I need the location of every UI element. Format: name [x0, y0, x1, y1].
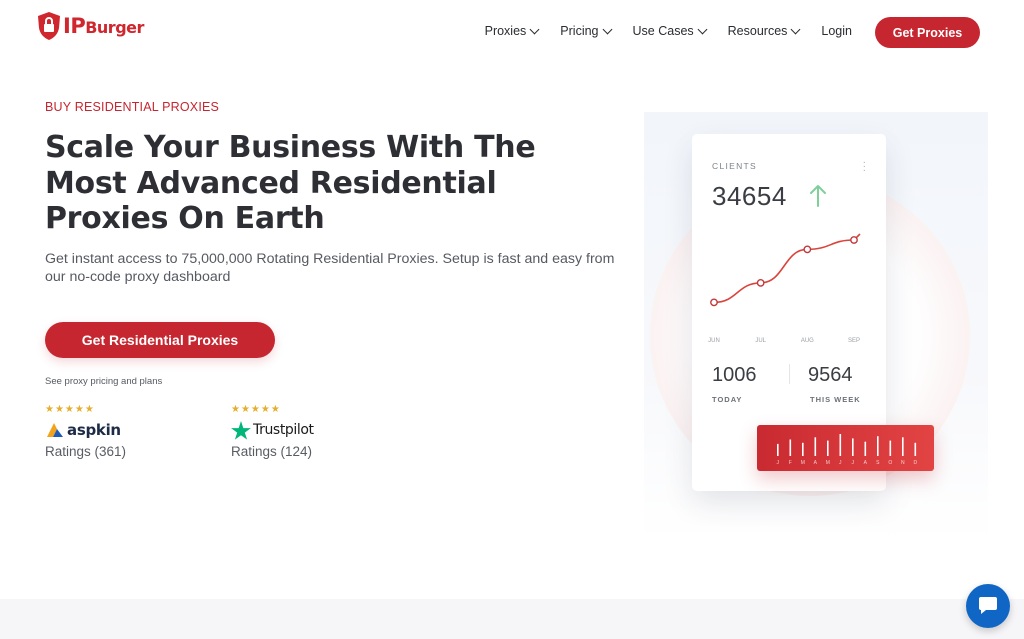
month-bar [839, 434, 842, 456]
chart-point [756, 279, 765, 287]
aspkin-icon [47, 423, 63, 437]
chart-point [710, 298, 718, 307]
nav-item-use-cases[interactable]: Use Cases [632, 24, 708, 38]
nav-label: Resources [727, 24, 788, 38]
month-bar [814, 437, 817, 456]
month-label: F [789, 460, 792, 466]
up-arrow-icon [810, 185, 826, 207]
x-tick-label: JUN [708, 338, 720, 344]
month-bar [864, 441, 867, 456]
month-bar [802, 442, 804, 456]
nav-item-proxies[interactable]: Proxies [484, 24, 540, 38]
month-bar [827, 440, 829, 456]
x-tick-label: JUL [755, 338, 766, 344]
logo-wordmark: IPBurger [63, 14, 144, 38]
month-label: N [901, 460, 905, 466]
x-tick-label: SEP [848, 338, 860, 344]
month-label: M [826, 460, 830, 466]
rating-count: Ratings (124) [231, 444, 313, 459]
star-rating: ★★★★★ [45, 404, 95, 415]
hero-eyebrow: BUY RESIDENTIAL PROXIES [45, 100, 220, 114]
rating-aspkin: ★★★★★ aspkin Ratings (361) [45, 404, 126, 459]
month-bar [877, 436, 879, 456]
trustpilot-wordmark: Trustpilot [253, 422, 314, 438]
get-residential-proxies-button[interactable]: Get Residential Proxies [45, 322, 275, 358]
monthly-bar-chart: JFMAMJJASOND [777, 434, 917, 466]
rating-count: Ratings (361) [45, 444, 127, 459]
nav-item-login[interactable]: Login [821, 24, 852, 38]
month-label: A [814, 460, 818, 466]
stat-today: 1006 TODAY [712, 364, 757, 404]
month-bar [902, 437, 904, 456]
hero-subtext: Get instant access to 75,000,000 Rotatin… [45, 251, 615, 285]
nav-label: Login [821, 24, 852, 38]
month-label: J [839, 460, 842, 466]
next-section-strip [0, 599, 1024, 639]
rating-trustpilot: ★★★★★ Trustpilot Ratings (124) [231, 404, 314, 459]
clients-line-chart: JUN JUL AUG SEP [708, 233, 861, 344]
x-tick-label: AUG [801, 338, 814, 344]
nav-menu: Proxies Pricing Use Cases Resources Logi… [485, 24, 852, 38]
month-bar [777, 443, 779, 456]
monthly-bar-card: JFMAMJJASOND [757, 425, 934, 471]
stat-this-week: 9564 THIS WEEK [808, 364, 861, 404]
chat-button[interactable] [966, 584, 1010, 628]
chart-point [850, 236, 858, 244]
chart-point [803, 245, 812, 254]
nav-label: Pricing [560, 24, 599, 38]
top-navigation: IPBurger Proxies Pricing Use Cases Resou… [0, 0, 1024, 64]
nav-item-resources[interactable]: Resources [727, 24, 801, 38]
month-label: M [801, 460, 805, 466]
month-label: O [888, 460, 892, 466]
clients-value: 34654 [712, 181, 787, 211]
aspkin-wordmark: aspkin [67, 421, 121, 439]
month-label: J [852, 460, 855, 466]
chevron-down-icon [697, 24, 708, 34]
hero-headline: Scale Your Business With The Most Advanc… [45, 130, 536, 236]
star-rating: ★★★★★ [231, 404, 281, 415]
month-label: J [777, 460, 780, 466]
month-bar [914, 442, 917, 456]
clients-label: CLIENTS [712, 161, 757, 171]
chevron-down-icon [602, 24, 612, 34]
pricing-plans-link[interactable]: See proxy pricing and plans [45, 376, 162, 387]
chevron-down-icon [790, 24, 801, 34]
month-bar [852, 438, 854, 456]
this-week-label: THIS WEEK [810, 395, 861, 404]
chevron-down-icon [529, 24, 540, 34]
trustpilot-star-icon [231, 420, 251, 440]
ipburger-logo[interactable]: IPBurger [36, 11, 144, 41]
nav-label: Use Cases [632, 24, 694, 38]
get-proxies-button[interactable]: Get Proxies [875, 17, 980, 48]
stat-divider [789, 364, 790, 384]
shield-logo-icon [38, 12, 60, 40]
month-label: D [913, 460, 917, 466]
this-week-value: 9564 [808, 364, 853, 386]
today-value: 1006 [712, 364, 757, 386]
chat-bubble-icon [979, 597, 997, 614]
nav-label: Proxies [484, 24, 527, 38]
nav-item-pricing[interactable]: Pricing [560, 24, 612, 38]
clients-series-line [713, 233, 861, 304]
more-vertical-icon[interactable]: · · · [863, 158, 866, 176]
month-bar [889, 440, 892, 456]
month-label: A [864, 460, 868, 466]
month-label: S [876, 460, 880, 466]
trustpilot-logo[interactable]: Trustpilot [231, 419, 314, 441]
aspkin-logo[interactable]: aspkin [45, 419, 126, 441]
month-bar [789, 439, 792, 456]
today-label: TODAY [712, 395, 743, 404]
